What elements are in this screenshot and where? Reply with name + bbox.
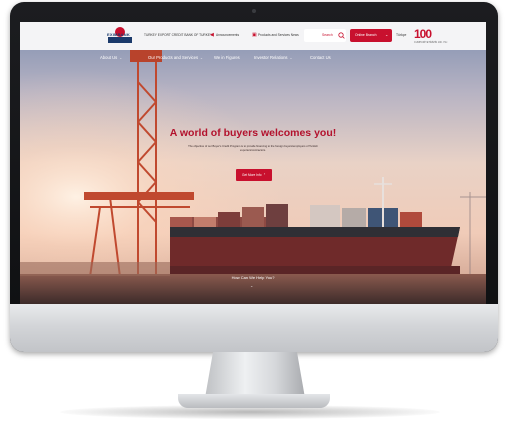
search-input[interactable]: Search [304,29,346,42]
chevron-right-icon: › [264,172,266,176]
search-icon[interactable] [337,31,346,40]
hero-description: The objective of our Buyer's Credit Prog… [188,145,318,152]
website-screen: EXIMBANK TURKEY EXPORT CREDIT BANK OF TU… [20,22,486,304]
chevron-down-icon: ⌄ [385,32,389,37]
products-news-link[interactable]: Products and Services News [258,33,299,37]
monitor-chin [10,304,498,352]
nav-label: Investor Relations [254,55,288,60]
chevron-down-icon[interactable]: ⌄ [250,283,253,288]
search-label: Search [322,33,333,37]
help-prompt[interactable]: How Can We Help You? [20,275,486,280]
chevron-down-icon: ⌄ [200,56,204,60]
centennial-badge-subtitle: CUMHURİYETİMİZİN 100. YILI [414,41,448,44]
logo-text: EXIMBANK [107,32,130,37]
camera-icon [252,9,256,13]
get-more-info-button[interactable]: Get More Info › [236,169,272,181]
hero-title: A world of buyers welcomes you! [169,127,337,139]
monitor-stand [205,352,305,398]
site-header: EXIMBANK TURKEY EXPORT CREDIT BANK OF TU… [20,22,486,50]
nav-item-investor-relations[interactable]: Investor Relations ⌄ [254,55,293,60]
nav-item-contact-us[interactable]: Contact Us [310,55,331,60]
site-tagline: TURKEY EXPORT CREDIT BANK OF TURKEY [144,33,213,37]
nav-label: Our Products and Services [148,55,199,60]
chevron-down-icon: ⌄ [119,56,123,60]
language-switch[interactable]: Türkçe [396,33,406,37]
monitor-stand-base [178,394,330,408]
chevron-down-icon: ⌄ [289,56,293,60]
get-more-info-label: Get More Info [242,173,262,177]
box-icon: ▣ [252,32,257,38]
nav-item-products-services[interactable]: Our Products and Services ⌄ [148,55,203,60]
nav-label: About Us [100,55,118,60]
main-nav: About Us ⌄ Our Products and Services ⌄ We … [20,50,486,66]
online-branch-label: Online Branch [355,33,377,37]
centennial-badge: 100 [414,27,432,41]
nav-item-about-us[interactable]: About Us ⌄ [100,55,122,60]
nav-label: Contact Us [310,55,331,60]
online-branch-button[interactable]: Online Branch ⌄ [350,29,392,42]
megaphone-icon: ◀ [210,32,214,38]
nav-item-we-in-figures[interactable]: We in Figures [214,55,240,60]
announcements-link[interactable]: Announcements [216,33,239,37]
nav-label: We in Figures [214,55,240,60]
